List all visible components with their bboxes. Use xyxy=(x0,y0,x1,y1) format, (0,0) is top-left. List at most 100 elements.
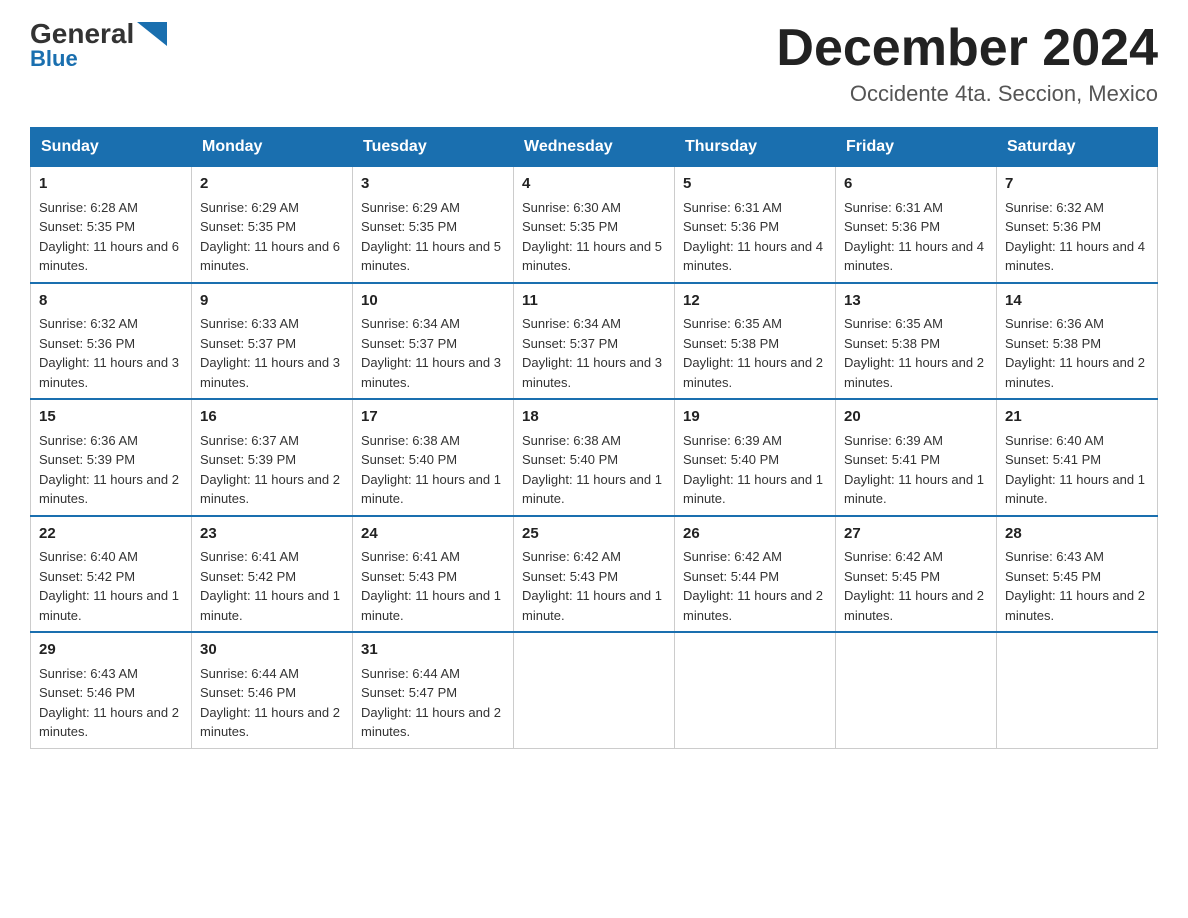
col-thursday: Thursday xyxy=(675,128,836,167)
logo-arrow-icon xyxy=(137,22,167,46)
day-number: 10 xyxy=(361,290,505,313)
table-row: 8Sunrise: 6:32 AMSunset: 5:36 PMDaylight… xyxy=(31,283,192,400)
day-number: 24 xyxy=(361,523,505,546)
day-info: Sunrise: 6:36 AMSunset: 5:38 PMDaylight:… xyxy=(1005,316,1145,390)
table-row: 10 Sunrise: 6:34 AMSunset: 5:37 PMDayligh… xyxy=(353,283,514,400)
day-info: Sunrise: 6:35 AMSunset: 5:38 PMDaylight:… xyxy=(844,316,984,390)
logo: General Blue xyxy=(30,20,167,72)
day-info: Sunrise: 6:37 AMSunset: 5:39 PMDaylight:… xyxy=(200,433,340,507)
col-saturday: Saturday xyxy=(997,128,1158,167)
day-number: 27 xyxy=(844,523,988,546)
day-info: Sunrise: 6:40 AMSunset: 5:41 PMDaylight:… xyxy=(1005,433,1145,507)
day-number: 25 xyxy=(522,523,666,546)
day-info: Sunrise: 6:39 AMSunset: 5:41 PMDaylight:… xyxy=(844,433,984,507)
day-number: 9 xyxy=(200,290,344,313)
col-sunday: Sunday xyxy=(31,128,192,167)
day-info: Sunrise: 6:32 AMSunset: 5:36 PMDaylight:… xyxy=(39,316,179,390)
day-info: Sunrise: 6:31 AMSunset: 5:36 PMDaylight:… xyxy=(683,200,823,274)
table-row: 6 Sunrise: 6:31 AMSunset: 5:36 PMDaylight… xyxy=(836,167,997,283)
table-row: 17 Sunrise: 6:38 AMSunset: 5:40 PMDayligh… xyxy=(353,399,514,516)
day-number: 13 xyxy=(844,290,988,313)
day-number: 28 xyxy=(1005,523,1149,546)
table-row: 1 Sunrise: 6:28 AMSunset: 5:35 PMDaylight… xyxy=(31,167,192,283)
col-friday: Friday xyxy=(836,128,997,167)
table-row: 15 Sunrise: 6:36 AMSunset: 5:39 PMDayligh… xyxy=(31,399,192,516)
day-number: 22 xyxy=(39,523,183,546)
day-number: 15 xyxy=(39,406,183,429)
col-monday: Monday xyxy=(192,128,353,167)
day-number: 29 xyxy=(39,639,183,662)
day-number: 31 xyxy=(361,639,505,662)
table-row xyxy=(675,632,836,748)
day-number: 3 xyxy=(361,173,505,196)
day-number: 4 xyxy=(522,173,666,196)
day-info: Sunrise: 6:42 AMSunset: 5:43 PMDaylight:… xyxy=(522,549,662,623)
day-number: 30 xyxy=(200,639,344,662)
page-header: General Blue December 2024 Occidente 4ta… xyxy=(30,20,1158,107)
day-info: Sunrise: 6:44 AMSunset: 5:46 PMDaylight:… xyxy=(200,666,340,740)
day-number: 17 xyxy=(361,406,505,429)
table-row: 20 Sunrise: 6:39 AMSunset: 5:41 PMDayligh… xyxy=(836,399,997,516)
day-number: 26 xyxy=(683,523,827,546)
day-info: Sunrise: 6:35 AMSunset: 5:38 PMDaylight:… xyxy=(683,316,823,390)
day-number: 21 xyxy=(1005,406,1149,429)
logo-general-text: General xyxy=(30,20,134,48)
table-row: 31 Sunrise: 6:44 AMSunset: 5:47 PMDayligh… xyxy=(353,632,514,748)
day-number: 16 xyxy=(200,406,344,429)
day-info: Sunrise: 6:41 AMSunset: 5:42 PMDaylight:… xyxy=(200,549,340,623)
day-number: 7 xyxy=(1005,173,1149,196)
day-info: Sunrise: 6:34 AMSunset: 5:37 PMDaylight:… xyxy=(522,316,662,390)
day-number: 2 xyxy=(200,173,344,196)
calendar-week-row: 1 Sunrise: 6:28 AMSunset: 5:35 PMDaylight… xyxy=(31,167,1158,283)
day-info: Sunrise: 6:28 AMSunset: 5:35 PMDaylight:… xyxy=(39,200,179,274)
day-info: Sunrise: 6:30 AMSunset: 5:35 PMDaylight:… xyxy=(522,200,662,274)
day-info: Sunrise: 6:31 AMSunset: 5:36 PMDaylight:… xyxy=(844,200,984,274)
day-info: Sunrise: 6:44 AMSunset: 5:47 PMDaylight:… xyxy=(361,666,501,740)
day-info: Sunrise: 6:36 AMSunset: 5:39 PMDaylight:… xyxy=(39,433,179,507)
table-row: 27 Sunrise: 6:42 AMSunset: 5:45 PMDayligh… xyxy=(836,516,997,633)
table-row: 28 Sunrise: 6:43 AMSunset: 5:45 PMDayligh… xyxy=(997,516,1158,633)
table-row: 19Sunrise: 6:39 AMSunset: 5:40 PMDayligh… xyxy=(675,399,836,516)
day-number: 18 xyxy=(522,406,666,429)
logo-blue-text: Blue xyxy=(30,46,78,71)
table-row: 9 Sunrise: 6:33 AMSunset: 5:37 PMDaylight… xyxy=(192,283,353,400)
day-info: Sunrise: 6:34 AMSunset: 5:37 PMDaylight:… xyxy=(361,316,501,390)
calendar-week-row: 8Sunrise: 6:32 AMSunset: 5:36 PMDaylight… xyxy=(31,283,1158,400)
calendar-week-row: 22Sunrise: 6:40 AMSunset: 5:42 PMDayligh… xyxy=(31,516,1158,633)
table-row: 16 Sunrise: 6:37 AMSunset: 5:39 PMDayligh… xyxy=(192,399,353,516)
location-subtitle: Occidente 4ta. Seccion, Mexico xyxy=(776,81,1158,107)
day-number: 5 xyxy=(683,173,827,196)
day-info: Sunrise: 6:42 AMSunset: 5:45 PMDaylight:… xyxy=(844,549,984,623)
day-info: Sunrise: 6:43 AMSunset: 5:45 PMDaylight:… xyxy=(1005,549,1145,623)
col-wednesday: Wednesday xyxy=(514,128,675,167)
day-info: Sunrise: 6:43 AMSunset: 5:46 PMDaylight:… xyxy=(39,666,179,740)
day-number: 12 xyxy=(683,290,827,313)
table-row: 12 Sunrise: 6:35 AMSunset: 5:38 PMDayligh… xyxy=(675,283,836,400)
col-tuesday: Tuesday xyxy=(353,128,514,167)
day-number: 19 xyxy=(683,406,827,429)
day-info: Sunrise: 6:42 AMSunset: 5:44 PMDaylight:… xyxy=(683,549,823,623)
table-row: 5 Sunrise: 6:31 AMSunset: 5:36 PMDaylight… xyxy=(675,167,836,283)
table-row: 25 Sunrise: 6:42 AMSunset: 5:43 PMDayligh… xyxy=(514,516,675,633)
day-number: 6 xyxy=(844,173,988,196)
table-row: 3Sunrise: 6:29 AMSunset: 5:35 PMDaylight… xyxy=(353,167,514,283)
calendar-week-row: 29 Sunrise: 6:43 AMSunset: 5:46 PMDayligh… xyxy=(31,632,1158,748)
table-row xyxy=(836,632,997,748)
title-section: December 2024 Occidente 4ta. Seccion, Me… xyxy=(776,20,1158,107)
day-number: 11 xyxy=(522,290,666,313)
calendar-header-row: Sunday Monday Tuesday Wednesday Thursday… xyxy=(31,128,1158,167)
day-info: Sunrise: 6:33 AMSunset: 5:37 PMDaylight:… xyxy=(200,316,340,390)
day-number: 20 xyxy=(844,406,988,429)
table-row: 24 Sunrise: 6:41 AMSunset: 5:43 PMDayligh… xyxy=(353,516,514,633)
day-number: 23 xyxy=(200,523,344,546)
table-row: 23 Sunrise: 6:41 AMSunset: 5:42 PMDayligh… xyxy=(192,516,353,633)
day-info: Sunrise: 6:41 AMSunset: 5:43 PMDaylight:… xyxy=(361,549,501,623)
table-row: 7Sunrise: 6:32 AMSunset: 5:36 PMDaylight… xyxy=(997,167,1158,283)
calendar-week-row: 15 Sunrise: 6:36 AMSunset: 5:39 PMDayligh… xyxy=(31,399,1158,516)
day-info: Sunrise: 6:38 AMSunset: 5:40 PMDaylight:… xyxy=(361,433,501,507)
table-row: 13 Sunrise: 6:35 AMSunset: 5:38 PMDayligh… xyxy=(836,283,997,400)
day-info: Sunrise: 6:29 AMSunset: 5:35 PMDaylight:… xyxy=(200,200,340,274)
day-number: 1 xyxy=(39,173,183,196)
table-row xyxy=(997,632,1158,748)
day-number: 14 xyxy=(1005,290,1149,313)
